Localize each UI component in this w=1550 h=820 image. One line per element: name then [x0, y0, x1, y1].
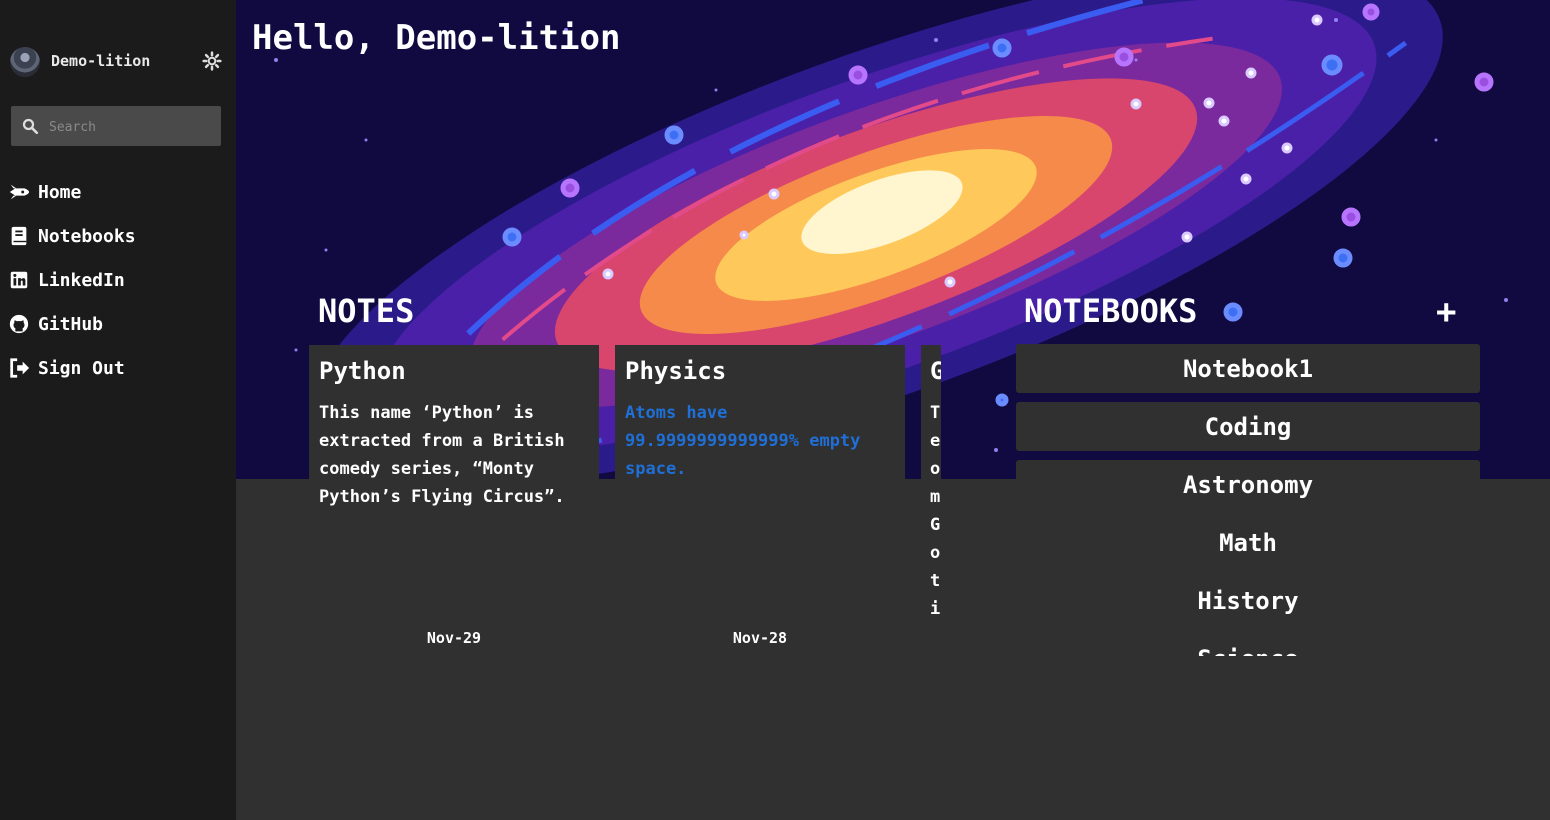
notebook-item[interactable]: Notebook1 — [1016, 344, 1480, 393]
note-date: Nov-29 — [426, 629, 482, 647]
notebook-list: Notebook1 Coding Astronomy Math History … — [1016, 344, 1480, 656]
gear-icon[interactable] — [202, 51, 222, 71]
sidebar-item-sign-out[interactable]: Sign Out — [0, 346, 236, 390]
notebook-item[interactable]: Math — [1016, 518, 1480, 567]
search-input[interactable] — [47, 114, 216, 140]
note-body: This name ‘Python’ is extracted from a B… — [319, 403, 565, 507]
sidebar-item-label: LinkedIn — [38, 269, 125, 291]
notebook-item[interactable]: Science — [1016, 634, 1480, 656]
search-box — [11, 106, 221, 146]
book-icon — [11, 226, 27, 246]
sidebar-item-label: Sign Out — [38, 357, 125, 379]
note-body: Atoms have 99.9999999999999% empty space… — [625, 403, 861, 479]
github-icon — [9, 314, 29, 334]
notebooks-heading: NOTEBOOKS — [1024, 292, 1198, 330]
linkedin-icon — [10, 271, 28, 289]
rocket-icon — [9, 184, 30, 200]
sidebar-item-notebooks[interactable]: Notebooks — [0, 214, 236, 258]
sidebar-nav: Home Notebooks LinkedIn GitHub Sign Out — [0, 170, 236, 390]
sidebar-item-label: Home — [38, 181, 82, 203]
note-title: Python — [319, 357, 406, 385]
add-notebook-button[interactable]: + — [1436, 292, 1456, 332]
search-icon — [22, 118, 39, 135]
avatar[interactable] — [10, 47, 40, 77]
note-card[interactable]: G T e o m G o t i — [921, 345, 941, 665]
user-row: Demo-lition — [10, 46, 224, 77]
note-title: G — [930, 357, 941, 385]
sidebar-item-github[interactable]: GitHub — [0, 302, 236, 346]
notebook-item[interactable]: Coding — [1016, 402, 1480, 451]
note-card[interactable]: Physics Atoms have 99.9999999999999% emp… — [615, 345, 905, 665]
sidebar-item-home[interactable]: Home — [0, 170, 236, 214]
username: Demo-lition — [51, 52, 151, 70]
sidebar-item-label: Notebooks — [38, 225, 136, 247]
sidebar: Demo-lition Home — [0, 0, 236, 820]
notes-heading: NOTES — [318, 292, 415, 330]
notebook-item[interactable]: History — [1016, 576, 1480, 625]
sign-out-icon — [10, 358, 30, 378]
note-title: Physics — [625, 357, 727, 385]
sidebar-item-label: GitHub — [38, 313, 104, 335]
note-card[interactable]: Python This name ‘Python’ is extracted f… — [309, 345, 599, 665]
note-body: T e o m G o t i — [930, 403, 941, 619]
greeting: Hello, Demo-lition — [252, 18, 621, 58]
note-date: Nov-28 — [732, 629, 788, 647]
notebook-item[interactable]: Astronomy — [1016, 460, 1480, 509]
sidebar-item-linkedin[interactable]: LinkedIn — [0, 258, 236, 302]
